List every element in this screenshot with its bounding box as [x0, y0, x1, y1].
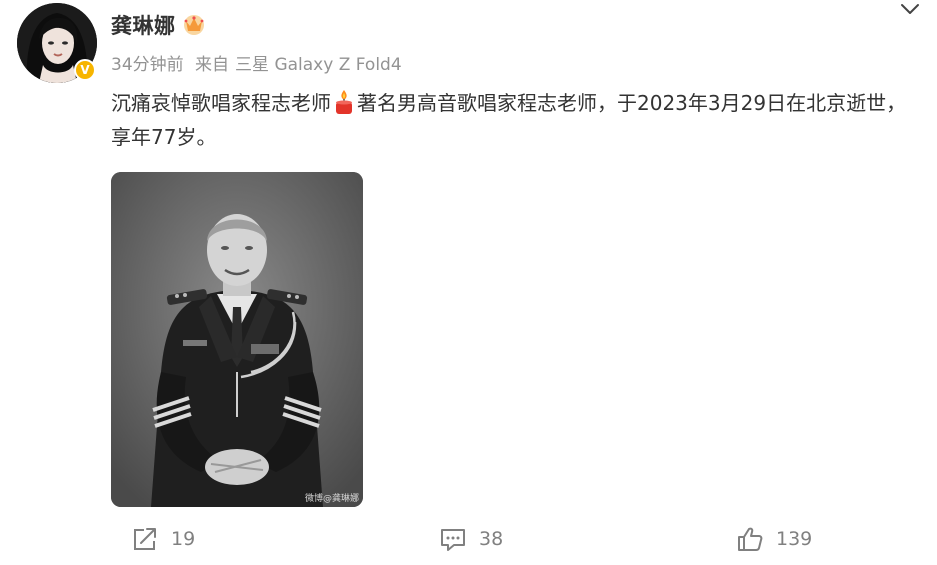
post-text-part1: 沉痛哀悼歌唱家程志老师 — [111, 91, 331, 115]
candle-emoji-icon — [336, 90, 352, 114]
source-device: 三星 Galaxy Z Fold4 — [235, 55, 402, 75]
post-time[interactable]: 34分钟前 — [111, 55, 184, 75]
forward-button[interactable]: 19 — [131, 522, 195, 556]
comment-icon — [441, 529, 465, 551]
source-prefix: 来自 — [195, 55, 230, 75]
thumbs-up-icon — [738, 527, 763, 551]
image-watermark: 微博@龚琳娜 — [304, 494, 359, 504]
crown-icon[interactable] — [181, 12, 207, 36]
weibo-post: V 龚琳娜 34分钟前 来自 三星 Galaxy Z Fold4 沉痛哀悼歌唱家程… — [0, 0, 937, 565]
forward-count: 19 — [171, 528, 196, 550]
like-count: 139 — [776, 528, 813, 550]
comment-button[interactable]: 38 — [439, 522, 503, 556]
username[interactable]: 龚琳娜 — [111, 10, 176, 40]
post-image[interactable]: 微博@龚琳娜 — [111, 172, 363, 507]
forward-icon — [134, 528, 156, 550]
post-text: 沉痛哀悼歌唱家程志老师 著名男高音歌唱家程志老师，于2023年3月29日在北京逝… — [111, 86, 921, 154]
like-button[interactable]: 139 — [736, 522, 812, 556]
comment-count: 38 — [479, 528, 504, 550]
verified-badge-icon: V — [74, 59, 96, 81]
chevron-down-icon[interactable] — [898, 0, 922, 18]
post-meta: 34分钟前 来自 三星 Galaxy Z Fold4 — [111, 50, 408, 75]
